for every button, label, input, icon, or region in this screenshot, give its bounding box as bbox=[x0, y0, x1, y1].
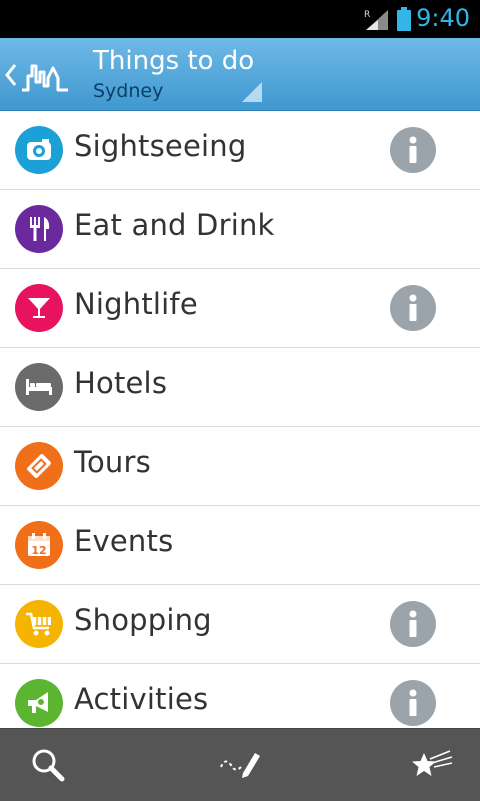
list-item-sightseeing[interactable]: Sightseeing bbox=[0, 111, 480, 190]
list-item-label: Shopping bbox=[74, 603, 212, 637]
page-title[interactable]: Things to do bbox=[93, 46, 254, 76]
signal-badge: R bbox=[364, 10, 370, 20]
list-item-events[interactable]: 12 Events bbox=[0, 506, 480, 585]
list-item-hotels[interactable]: Hotels bbox=[0, 348, 480, 427]
list-item-label: Hotels bbox=[74, 366, 168, 400]
ticket-icon bbox=[15, 442, 63, 490]
list-item-label: Tours bbox=[74, 445, 151, 479]
camera-icon bbox=[15, 126, 63, 174]
list-item-activities[interactable]: Activities bbox=[0, 664, 480, 728]
info-icon[interactable] bbox=[390, 285, 436, 331]
megaphone-icon bbox=[15, 679, 63, 727]
list-item-label: Eat and Drink bbox=[74, 208, 275, 242]
location-spinner[interactable]: Sydney bbox=[93, 80, 163, 102]
info-icon[interactable] bbox=[390, 127, 436, 173]
list-item-label: Sightseeing bbox=[74, 129, 247, 163]
list-item-label: Activities bbox=[74, 682, 209, 716]
action-bar: Things to do Sydney bbox=[0, 38, 480, 111]
list-item-nightlife[interactable]: Nightlife bbox=[0, 269, 480, 348]
calendar-icon: 12 bbox=[15, 521, 63, 569]
fork-knife-icon bbox=[15, 205, 63, 253]
list-item-shopping[interactable]: Shopping bbox=[0, 585, 480, 664]
trip-planner-button[interactable] bbox=[200, 729, 280, 801]
signal-icon: R bbox=[364, 10, 388, 30]
info-icon[interactable] bbox=[390, 680, 436, 726]
battery-icon bbox=[397, 7, 411, 31]
back-chevron-icon[interactable] bbox=[4, 62, 18, 88]
bottom-toolbar bbox=[0, 728, 480, 801]
cocktail-glass-icon bbox=[15, 284, 63, 332]
search-icon bbox=[32, 749, 65, 782]
list-item-eat-and-drink[interactable]: Eat and Drink bbox=[0, 190, 480, 269]
spinner-corner-icon bbox=[242, 82, 262, 102]
bed-icon bbox=[15, 363, 63, 411]
search-button[interactable] bbox=[8, 729, 88, 801]
trip-planner-icon bbox=[220, 753, 260, 778]
list-item-tours[interactable]: Tours bbox=[0, 427, 480, 506]
info-icon[interactable] bbox=[390, 601, 436, 647]
app-logo-icon[interactable] bbox=[20, 56, 70, 94]
calendar-day: 12 bbox=[31, 544, 46, 557]
shopping-cart-icon bbox=[15, 600, 63, 648]
favorites-icon bbox=[412, 750, 453, 776]
status-bar: R 9:40 bbox=[0, 0, 480, 38]
favorites-button[interactable] bbox=[392, 729, 472, 801]
category-list: Sightseeing Eat and Drink Nightlife Hote… bbox=[0, 111, 480, 728]
status-time: 9:40 bbox=[416, 4, 470, 32]
list-item-label: Events bbox=[74, 524, 174, 558]
list-item-label: Nightlife bbox=[74, 287, 198, 321]
